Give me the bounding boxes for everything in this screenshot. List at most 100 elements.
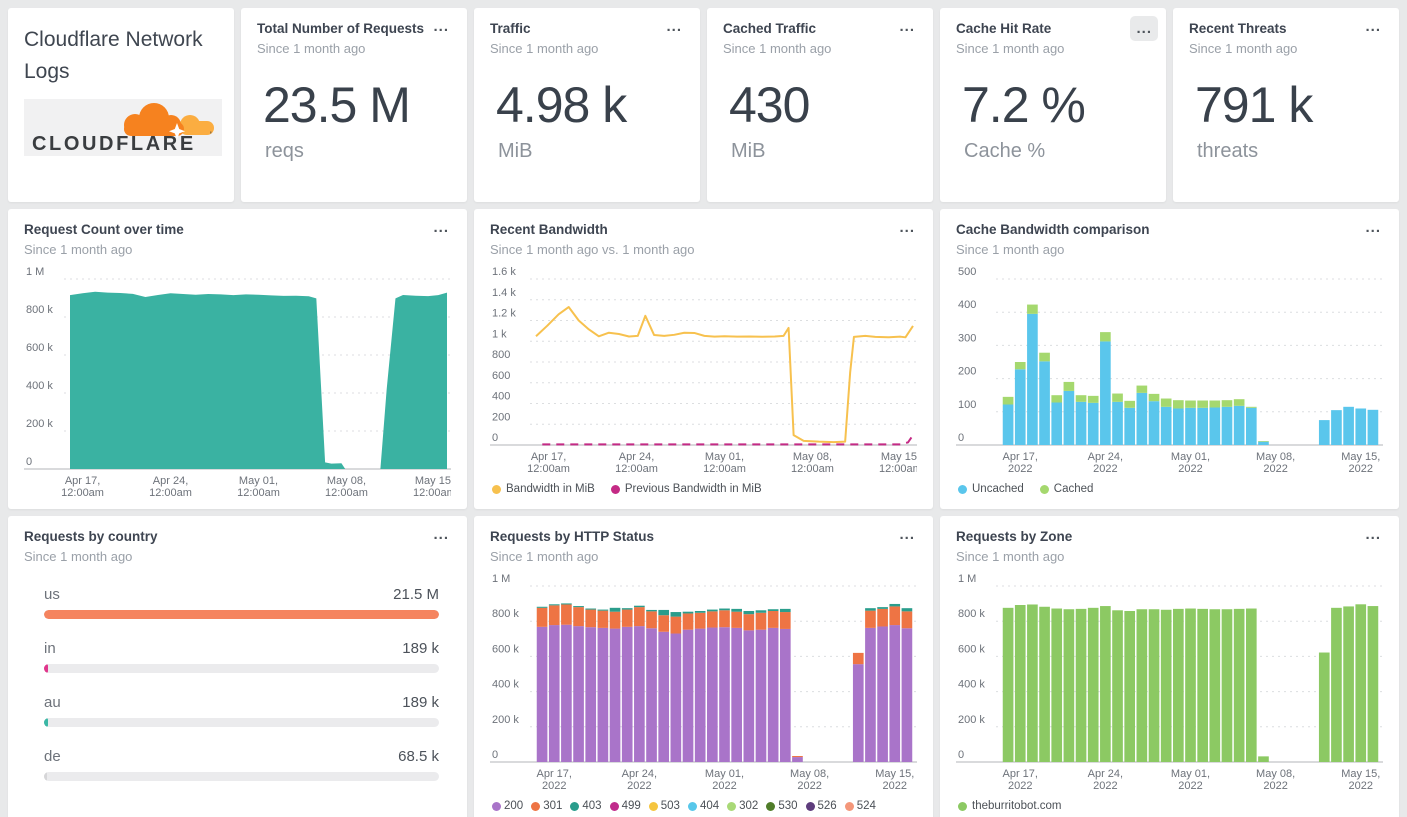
legend-label: 302 bbox=[739, 800, 759, 812]
svg-text:Apr 17,2022: Apr 17, 2022 bbox=[1003, 451, 1038, 475]
bar-segment bbox=[1185, 400, 1196, 408]
bar-segment bbox=[621, 607, 633, 610]
country-row-au: au 189 k bbox=[44, 694, 439, 727]
legend-item-530[interactable]: 530 bbox=[766, 800, 798, 812]
panel-title: Request Count over time bbox=[24, 222, 184, 237]
legend-item-200[interactable]: 200 bbox=[492, 800, 523, 812]
svg-text:May 01,12:00am: May 01, 12:00am bbox=[237, 475, 280, 499]
bar-segment bbox=[731, 611, 742, 628]
legend-item-503[interactable]: 503 bbox=[648, 800, 680, 812]
panel-menu-button[interactable]: ... bbox=[1359, 522, 1387, 547]
svg-text:May 08,12:00am: May 08, 12:00am bbox=[325, 475, 368, 499]
bar-segment bbox=[1087, 395, 1099, 403]
panel-recent-bandwidth: Recent Bandwidth Since 1 month ago vs. 1… bbox=[474, 209, 933, 509]
svg-text:600: 600 bbox=[492, 369, 510, 381]
bar-segment bbox=[1051, 394, 1063, 403]
legend-item-526[interactable]: 526 bbox=[805, 800, 837, 812]
dashboard: Cloudflare Network Logs CLOUDFLARE ' Tot… bbox=[0, 0, 1407, 817]
panel-requests-by-country: Requests by country Since 1 month ago ..… bbox=[8, 516, 467, 817]
svg-text:Apr 17,2022: Apr 17, 2022 bbox=[537, 768, 572, 792]
panel-menu-button[interactable]: ... bbox=[1130, 16, 1158, 41]
bar-segment bbox=[1124, 407, 1136, 445]
bar-segment bbox=[1185, 407, 1196, 445]
bar-segment bbox=[1136, 385, 1148, 393]
panel-subtitle: Since 1 month ago bbox=[24, 241, 133, 257]
bar-segment bbox=[1039, 360, 1050, 445]
bar-segment bbox=[889, 624, 901, 762]
bar-segment bbox=[646, 610, 657, 628]
stat-unit: MiB bbox=[731, 139, 766, 162]
stat-title: Cached Traffic bbox=[723, 21, 817, 36]
country-label: in bbox=[44, 639, 56, 657]
panel-menu-button[interactable]: ... bbox=[893, 215, 921, 240]
bar-segment bbox=[852, 652, 864, 664]
bar-segment bbox=[1136, 608, 1148, 762]
legend-item-Bandwidth in MiB[interactable]: Bandwidth in MiB bbox=[492, 483, 595, 495]
legend-item-403[interactable]: 403 bbox=[570, 800, 602, 812]
legend-label: 499 bbox=[621, 800, 641, 812]
stat-unit: reqs bbox=[265, 139, 304, 162]
bar-segment bbox=[1027, 604, 1038, 762]
legend-item-theburritobot.com[interactable]: theburritobot.com bbox=[958, 800, 1062, 812]
panel-menu-button[interactable]: ... bbox=[427, 14, 455, 39]
bar-segment bbox=[779, 608, 791, 612]
bar-segment bbox=[1051, 608, 1063, 762]
bar-segment bbox=[755, 609, 767, 613]
panel-menu-button[interactable]: ... bbox=[660, 14, 688, 39]
panel-menu-button[interactable]: ... bbox=[893, 522, 921, 547]
bar-segment bbox=[1136, 392, 1148, 445]
panel-menu-button[interactable]: ... bbox=[1359, 14, 1387, 39]
panel-title: Requests by Zone bbox=[956, 529, 1073, 544]
bar-segment bbox=[1258, 755, 1269, 762]
legend-item-Previous Bandwidth in MiB[interactable]: Previous Bandwidth in MiB bbox=[610, 483, 762, 495]
stat-value: 23.5 M bbox=[263, 76, 411, 133]
legend-item-499[interactable]: 499 bbox=[609, 800, 641, 812]
panel-menu-button[interactable]: ... bbox=[893, 14, 921, 39]
svg-text:400: 400 bbox=[958, 299, 976, 311]
bar-segment bbox=[1112, 393, 1123, 402]
legend-item-301[interactable]: 301 bbox=[531, 800, 562, 812]
panel-menu-button[interactable]: ... bbox=[427, 522, 455, 547]
bar-segment bbox=[901, 607, 913, 611]
bar-segment bbox=[1087, 402, 1099, 445]
country-value: 189 k bbox=[402, 693, 439, 711]
panel-menu-button[interactable]: ... bbox=[427, 215, 455, 240]
stat-card-traffic: Traffic Since 1 month ago ... 4.98 k MiB bbox=[474, 8, 700, 202]
stat-card-cache-hit-rate: Cache Hit Rate Since 1 month ago ... 7.2… bbox=[940, 8, 1166, 202]
legend-dot-icon bbox=[766, 801, 776, 811]
chart-row-2: Requests by country Since 1 month ago ..… bbox=[8, 516, 1399, 817]
legend-item-Uncached[interactable]: Uncached bbox=[958, 483, 1024, 495]
legend-dot-icon bbox=[648, 801, 658, 811]
bar-segment bbox=[1233, 405, 1245, 445]
bar-segment bbox=[889, 605, 901, 625]
bar-segment bbox=[1100, 340, 1111, 445]
legend-item-302[interactable]: 302 bbox=[727, 800, 758, 812]
bar-segment bbox=[1100, 605, 1111, 762]
svg-text:200 k: 200 k bbox=[958, 713, 985, 725]
stat-unit: Cache % bbox=[964, 139, 1046, 162]
legend-item-404[interactable]: 404 bbox=[687, 800, 719, 812]
legend-item-Cached[interactable]: Cached bbox=[1039, 483, 1093, 495]
bar-segment bbox=[548, 603, 560, 605]
legend-dot-icon bbox=[570, 801, 580, 811]
legend-dot-icon bbox=[492, 484, 501, 494]
bar-segment bbox=[755, 612, 767, 630]
stat-value: 791 k bbox=[1195, 76, 1313, 133]
svg-text:May 08,2022: May 08, 2022 bbox=[1256, 768, 1295, 792]
request-count-chart: 1 M 800 k 600 k 400 k 200 k 0 Apr 17, 12:00am Ap… bbox=[24, 265, 451, 501]
bar-segment bbox=[865, 607, 876, 611]
bar-segment bbox=[658, 614, 670, 632]
cloudflare-logo-mark: ' bbox=[210, 130, 212, 140]
svg-text:Apr 24,2022: Apr 24, 2022 bbox=[622, 768, 657, 792]
country-bar-track bbox=[44, 771, 439, 781]
recent-bandwidth-svg: 1.6 k 1.4 k 1.2 k 1 k 800 600 400 200 0 Apr 17, 12… bbox=[490, 266, 917, 475]
legend-item-524[interactable]: 524 bbox=[844, 800, 876, 812]
country-bar-track bbox=[44, 717, 439, 727]
country-bar-fill bbox=[44, 771, 47, 781]
panel-subtitle: Since 1 month ago bbox=[24, 548, 133, 564]
bar-segment bbox=[561, 602, 572, 605]
bar-segment bbox=[1112, 401, 1123, 445]
svg-text:0: 0 bbox=[958, 432, 964, 444]
bar-segment bbox=[658, 631, 670, 762]
panel-menu-button[interactable]: ... bbox=[1359, 215, 1387, 240]
